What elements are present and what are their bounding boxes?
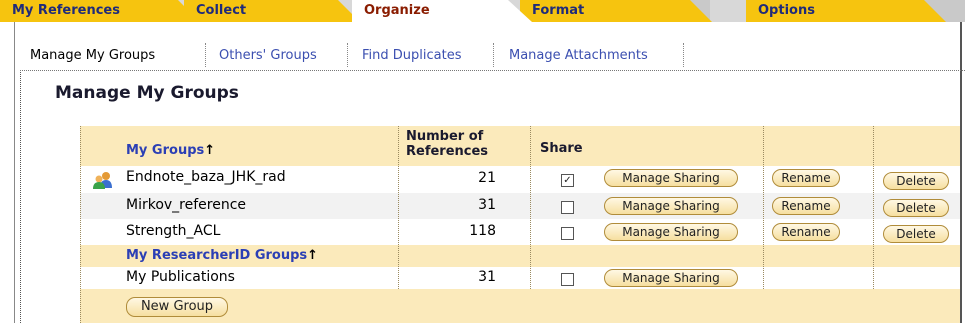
subnav-divider xyxy=(683,43,684,67)
table-grid-line xyxy=(873,126,874,289)
subnav-manage-attachments[interactable]: Manage Attachments xyxy=(509,48,648,63)
tab-my-references[interactable]: My References xyxy=(0,0,200,22)
rename-button[interactable]: Rename xyxy=(772,197,840,215)
manage-sharing-button[interactable]: Manage Sharing xyxy=(604,269,738,287)
group-name[interactable]: Mirkov_reference xyxy=(126,197,246,213)
table-grid-line xyxy=(80,126,81,323)
subnav-manage-my-groups[interactable]: Manage My Groups xyxy=(30,48,155,63)
tab-organize[interactable]: Organize xyxy=(352,0,532,22)
manage-sharing-button[interactable]: Manage Sharing xyxy=(604,223,738,241)
page-title: Manage My Groups xyxy=(55,83,239,103)
subnav-divider xyxy=(493,43,494,67)
manage-sharing-button[interactable]: Manage Sharing xyxy=(604,197,738,215)
column-header-number-of-references: Number of References xyxy=(406,129,488,159)
subnav-underline xyxy=(20,70,965,71)
frame-left-border xyxy=(14,22,15,323)
table-grid-line xyxy=(530,126,531,289)
delete-button[interactable]: Delete xyxy=(883,199,949,217)
table-header-row: My Groups↑ Number of References Share xyxy=(80,126,960,166)
delete-button[interactable]: Delete xyxy=(883,172,949,190)
subnav-divider xyxy=(205,43,206,67)
share-checkbox[interactable] xyxy=(561,201,574,214)
group-users-icon xyxy=(93,172,112,189)
new-group-row: New Group xyxy=(80,289,960,323)
group-name[interactable]: Endnote_baza_JHK_rad xyxy=(126,169,286,185)
sort-arrow-icon[interactable]: ↑ xyxy=(204,143,215,158)
table-row: Endnote_baza_JHK_rad 21 ✓ Manage Sharing… xyxy=(80,166,960,193)
frame-right-border xyxy=(960,22,962,323)
share-checkbox[interactable] xyxy=(561,273,574,286)
share-checkbox[interactable]: ✓ xyxy=(561,174,574,187)
table-row: My Publications 31 Manage Sharing xyxy=(80,267,960,289)
table-grid-line xyxy=(398,126,399,289)
subnav-divider xyxy=(347,43,348,67)
group-name[interactable]: Strength_ACL xyxy=(126,223,220,239)
subnav-find-duplicates[interactable]: Find Duplicates xyxy=(362,48,461,63)
tab-format[interactable]: Format xyxy=(520,0,712,22)
reference-count: 31 xyxy=(478,269,496,285)
new-group-button[interactable]: New Group xyxy=(126,297,228,317)
reference-count: 21 xyxy=(478,170,496,186)
sort-arrow-icon[interactable]: ↑ xyxy=(307,248,318,263)
table-grid-line xyxy=(763,126,764,289)
tab-collect[interactable]: Collect xyxy=(184,0,360,22)
table-row: Strength_ACL 118 Manage Sharing Rename D… xyxy=(80,219,960,245)
researcher-id-section-header: My ResearcherID Groups↑ xyxy=(80,245,960,267)
researcher-id-groups-header[interactable]: My ResearcherID Groups↑ xyxy=(126,248,318,263)
groups-table: My Groups↑ Number of References Share En… xyxy=(80,126,960,323)
table-row: Mirkov_reference 31 Manage Sharing Renam… xyxy=(80,193,960,219)
delete-button[interactable]: Delete xyxy=(883,225,949,243)
share-checkbox[interactable] xyxy=(561,227,574,240)
manage-sharing-button[interactable]: Manage Sharing xyxy=(604,169,738,187)
tab-options[interactable]: Options xyxy=(746,0,946,22)
column-header-my-groups[interactable]: My Groups↑ xyxy=(126,143,215,158)
column-header-label: My Groups xyxy=(126,143,205,158)
content-left-border xyxy=(20,70,21,323)
column-header-share: Share xyxy=(540,141,583,156)
rename-button[interactable]: Rename xyxy=(772,223,840,241)
reference-count: 31 xyxy=(478,197,496,213)
group-name[interactable]: My Publications xyxy=(126,269,235,285)
subnav-others-groups[interactable]: Others' Groups xyxy=(219,48,317,63)
reference-count: 118 xyxy=(469,223,496,239)
section-header-label: My ResearcherID Groups xyxy=(126,248,308,263)
rename-button[interactable]: Rename xyxy=(772,169,840,187)
column-header-line: References xyxy=(406,144,489,159)
column-header-line: Number of xyxy=(406,129,484,144)
